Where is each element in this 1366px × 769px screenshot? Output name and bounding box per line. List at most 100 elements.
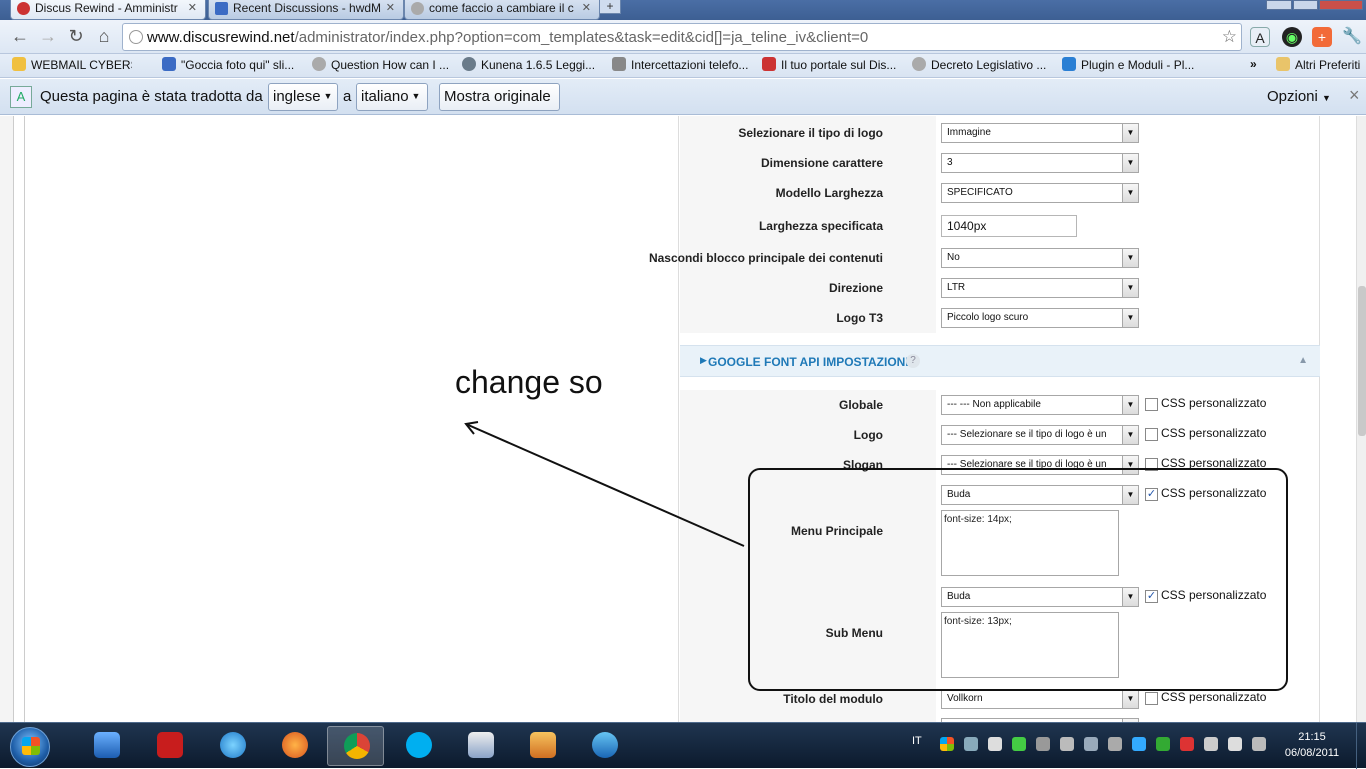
close-window-button[interactable] <box>1319 0 1363 10</box>
show-desktop-button[interactable] <box>1356 723 1366 769</box>
font-size-select[interactable]: 3 ▼ <box>941 153 1139 173</box>
maximize-button[interactable] <box>1293 0 1318 10</box>
bookmark-item[interactable]: Decreto Legislativo ... <box>912 57 1046 72</box>
tray-app-icon[interactable] <box>1108 737 1122 751</box>
close-translate-button[interactable]: × <box>1349 85 1360 106</box>
tray-app-icon[interactable] <box>1060 737 1074 751</box>
scrollbar-thumb[interactable] <box>1358 286 1366 436</box>
security-icon[interactable] <box>1012 737 1026 751</box>
custom-css-checkbox[interactable] <box>1145 692 1158 705</box>
minimize-button[interactable] <box>1266 0 1292 10</box>
logo-t3-select[interactable]: Piccolo logo scuro ▼ <box>941 308 1139 328</box>
width-model-select[interactable]: SPECIFICATO ▼ <box>941 183 1139 203</box>
media-player-icon <box>94 732 120 758</box>
taskbar-app-network[interactable] <box>576 726 633 766</box>
bookmark-item[interactable]: Intercettazioni telefo... <box>612 57 748 72</box>
chevron-down-icon: ▼ <box>1122 396 1138 414</box>
hide-main-block-select[interactable]: No ▼ <box>941 248 1139 268</box>
bookmark-item[interactable]: Il tuo portale sul Dis... <box>762 57 896 72</box>
direction-select[interactable]: LTR ▼ <box>941 278 1139 298</box>
slogan-font-select[interactable]: --- Selezionare se il tipo di logo è un ▼ <box>941 455 1139 475</box>
tray-app-icon[interactable] <box>1132 737 1146 751</box>
tab-come-faccio[interactable]: come faccio a cambiare il c ✕ <box>404 0 600 20</box>
windows-logo-icon <box>22 737 40 755</box>
options-menu[interactable]: Opzioni ▼ <box>1267 88 1331 105</box>
global-font-select[interactable]: --- --- Non applicabile ▼ <box>941 395 1139 415</box>
clock[interactable]: 21:15 06/08/2011 <box>1280 729 1344 761</box>
bookmarks-overflow-button[interactable]: » <box>1250 57 1257 71</box>
tray-app-icon[interactable] <box>1204 737 1218 751</box>
show-original-button[interactable]: Mostra originale <box>439 83 560 111</box>
taskbar-app-editor[interactable] <box>452 726 509 766</box>
start-button[interactable] <box>10 727 50 767</box>
logo-font-select[interactable]: --- Selezionare se il tipo di logo è un ▼ <box>941 425 1139 445</box>
translate-icon[interactable]: A <box>1250 27 1270 47</box>
bookmark-item[interactable]: WEBMAIL CYBERS <box>12 57 132 72</box>
action-center-icon[interactable] <box>988 737 1002 751</box>
windows-flag-icon[interactable] <box>940 737 954 751</box>
wrench-icon[interactable]: 🔧 <box>1342 27 1362 47</box>
bookmarks-bar: WEBMAIL CYBERS "Goccia foto qui" sli... … <box>0 54 1366 78</box>
reload-icon[interactable]: ↻ <box>66 26 86 46</box>
taskbar-internet-explorer[interactable] <box>204 726 261 766</box>
tray-app-icon[interactable] <box>1036 737 1050 751</box>
back-icon[interactable]: ← <box>10 26 30 46</box>
main-menu-css-textarea[interactable]: font-size: 14px; <box>941 510 1119 576</box>
address-bar[interactable]: www.discusrewind.net/administrator/index… <box>122 23 1242 51</box>
main-menu-font-select[interactable]: Buda ▼ <box>941 485 1139 505</box>
close-icon[interactable]: ✕ <box>188 0 197 16</box>
tray-app-icon[interactable] <box>1156 737 1170 751</box>
browser-toolbar: ← → ↻ ⌂ www.discusrewind.net/administrat… <box>0 20 1366 54</box>
close-icon[interactable]: ✕ <box>386 0 395 16</box>
taskbar-app-photo[interactable] <box>514 726 571 766</box>
help-icon[interactable]: ? <box>906 354 920 368</box>
sub-menu-css-textarea[interactable]: font-size: 13px; <box>941 612 1119 678</box>
bookmark-item[interactable]: Question How can I ... <box>312 57 449 72</box>
chevron-down-icon: ▼ <box>1122 184 1138 202</box>
bookmark-item[interactable]: Kunena 1.6.5 Leggi... <box>462 57 595 72</box>
sub-menu-font-select[interactable]: Buda ▼ <box>941 587 1139 607</box>
forward-icon[interactable]: → <box>38 26 58 46</box>
custom-css-checkbox[interactable] <box>1145 458 1158 471</box>
globe-icon <box>411 2 424 15</box>
bookmark-item[interactable]: Plugin e Moduli - Pl... <box>1062 57 1194 72</box>
close-icon[interactable]: ✕ <box>582 0 591 16</box>
mail-icon <box>12 57 26 71</box>
tray-app-icon[interactable] <box>1084 737 1098 751</box>
custom-css-checkbox[interactable]: ✓ <box>1145 590 1158 603</box>
tab-recent-discussions[interactable]: Recent Discussions - hwdM ✕ <box>208 0 404 20</box>
collapse-icon[interactable]: ▲ <box>1298 355 1308 366</box>
module-title-font-select[interactable]: Vollkorn ▼ <box>941 689 1139 709</box>
taskbar-skype[interactable] <box>390 726 447 766</box>
new-tab-button[interactable]: + <box>599 0 621 14</box>
network-icon[interactable] <box>1252 737 1266 751</box>
logo-type-select[interactable]: Immagine ▼ <box>941 123 1139 143</box>
home-icon[interactable]: ⌂ <box>94 26 114 46</box>
volume-icon[interactable] <box>1228 737 1242 751</box>
bookmark-item[interactable]: "Goccia foto qui" sli... <box>162 57 294 72</box>
other-bookmarks-button[interactable]: Altri Preferiti <box>1276 57 1360 72</box>
custom-css-checkbox[interactable] <box>1145 428 1158 441</box>
page-scrollbar[interactable] <box>1356 116 1366 722</box>
source-language-select[interactable]: inglese ▼ <box>268 83 338 111</box>
extension-icon[interactable]: ◉ <box>1282 27 1302 47</box>
google-font-section-header[interactable]: ▶ GOOGLE FONT API IMPOSTAZIONI ? ▲ <box>680 345 1320 377</box>
tray-app-icon[interactable] <box>964 737 978 751</box>
star-icon[interactable]: ☆ <box>1222 27 1237 47</box>
language-indicator[interactable]: IT <box>912 735 922 747</box>
chevron-down-icon: ▼ <box>323 91 333 101</box>
taskbar-filezilla[interactable] <box>141 726 198 766</box>
add-extension-icon[interactable]: + <box>1312 27 1332 47</box>
specified-width-input[interactable]: 1040px <box>941 215 1077 237</box>
network-app-icon <box>592 732 618 758</box>
custom-css-checkbox[interactable] <box>1145 398 1158 411</box>
taskbar-chrome[interactable] <box>327 726 384 766</box>
tray-app-icon[interactable] <box>1180 737 1194 751</box>
taskbar-media-player[interactable] <box>78 726 135 766</box>
custom-css-checkbox[interactable]: ✓ <box>1145 488 1158 501</box>
target-language-select[interactable]: italiano ▼ <box>356 83 428 111</box>
taskbar-firefox[interactable] <box>266 726 323 766</box>
tab-discus-rewind[interactable]: Discus Rewind - Amministr ✕ <box>10 0 206 20</box>
globe-icon <box>312 57 326 71</box>
page-info-icon[interactable] <box>129 30 143 44</box>
